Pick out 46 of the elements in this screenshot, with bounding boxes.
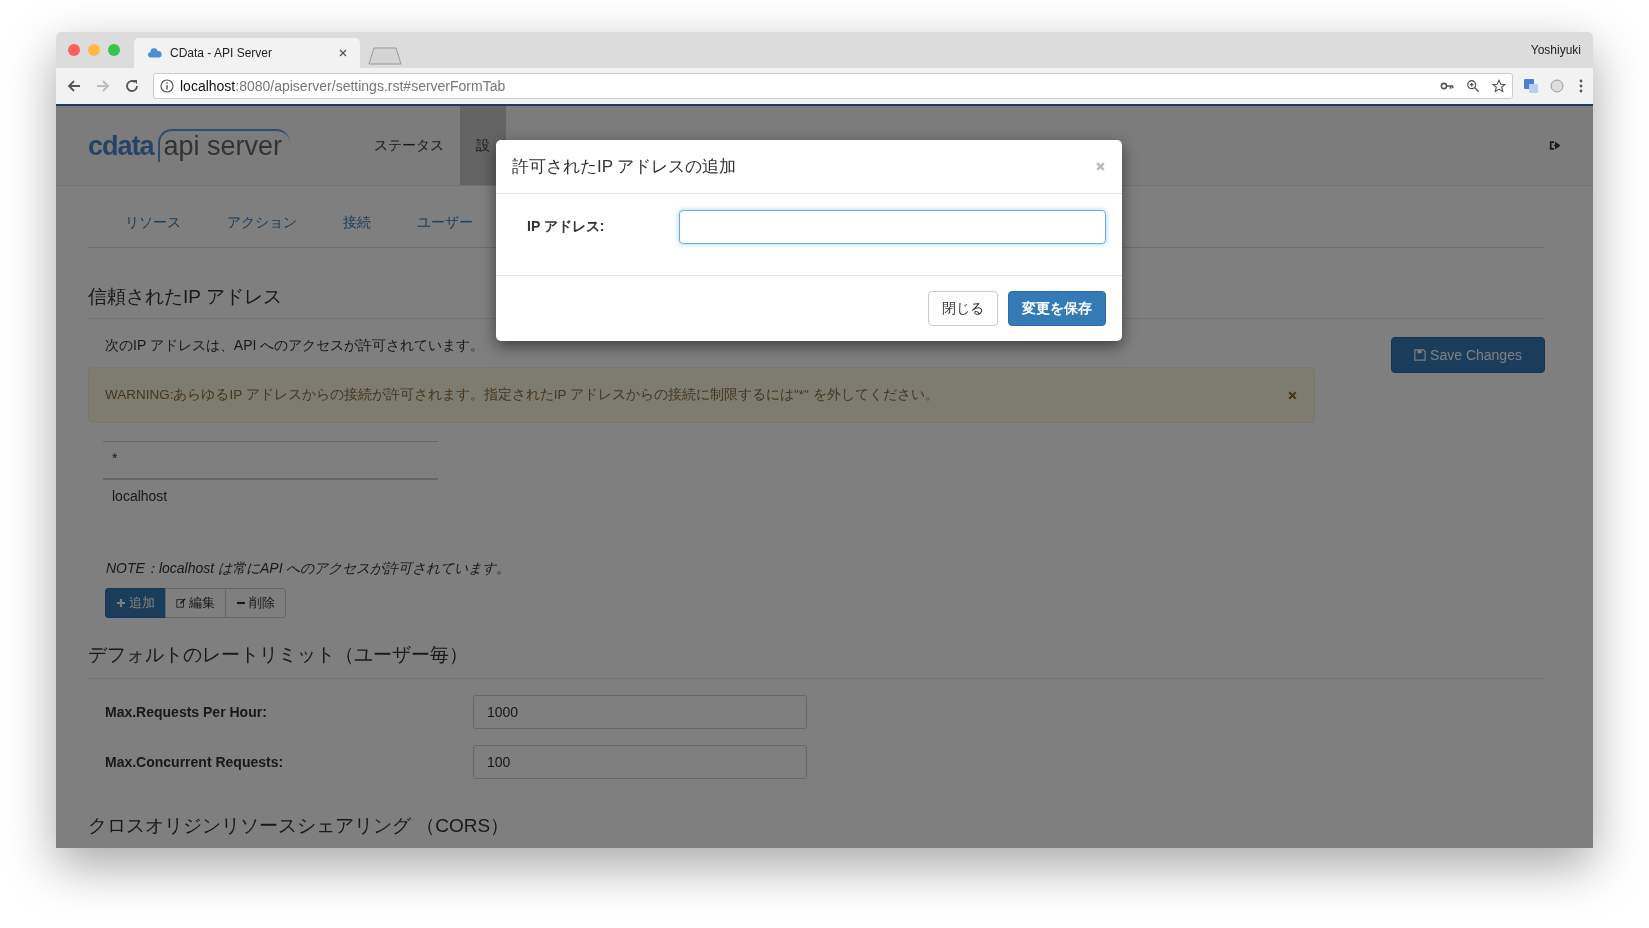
address-row[interactable]: * [103, 442, 438, 478]
save-button[interactable]: 変更を保存 [1008, 291, 1106, 326]
zoom-icon[interactable] [1466, 79, 1480, 93]
add-button[interactable]: 追加 [105, 588, 166, 618]
field-label: IP アドレス: [527, 218, 606, 236]
reload-icon[interactable] [124, 78, 140, 94]
field-label: Max.Requests Per Hour: [105, 704, 268, 720]
star-icon[interactable] [1492, 79, 1506, 93]
url-text: localhost:8080/apiserver/settings.rst#serverFormTab [180, 78, 507, 94]
close-icon[interactable] [1287, 389, 1298, 401]
logout-icon[interactable] [1549, 140, 1561, 151]
back-icon[interactable] [66, 78, 82, 94]
section-tab[interactable]: 接続 [320, 213, 394, 232]
pencil-icon [176, 598, 186, 608]
extension-icon[interactable] [1549, 78, 1565, 94]
ip-address-field[interactable] [679, 210, 1106, 244]
section-tab[interactable]: ユーザー [394, 213, 496, 232]
section-heading: クロスオリジンリソースシェアリング （CORS） [88, 814, 511, 838]
save-changes-button[interactable]: Save Changes [1391, 337, 1545, 373]
browser-tab[interactable]: CData - API Server [134, 38, 360, 68]
section-heading: デフォルトのレートリミット（ユーザー毎） [88, 642, 1545, 679]
input-field[interactable]: 1000 [473, 695, 807, 729]
close-button[interactable]: 閉じる [928, 291, 998, 326]
close-icon[interactable] [338, 48, 348, 58]
edit-button[interactable]: 編集 [165, 588, 226, 618]
description-text: 次のIP アドレスは、API へのアクセスが許可されています。 [105, 337, 485, 355]
field-label: Max.Concurrent Requests: [105, 754, 285, 770]
logo[interactable]: cdata api server [88, 129, 291, 162]
warning-text: WARNING:あらゆるIP アドレスからの接続が許可されます。指定されたIP アドレスからの接続に制限するには"*" を外してください。 [105, 386, 939, 404]
new-tab-button[interactable] [368, 47, 402, 65]
menu-icon[interactable] [1579, 78, 1583, 94]
profile-name[interactable]: Yoshiyuki [1530, 43, 1581, 57]
note-text: NOTE：localhost は常にAPI へのアクセスが許可されています。 [106, 560, 512, 578]
address-field[interactable]: localhost:8080/apiserver/settings.rst#serverFormTab [153, 73, 1513, 99]
close-window-icon[interactable] [68, 44, 80, 56]
info-icon [160, 79, 174, 93]
delete-button[interactable]: 削除 [225, 588, 286, 618]
dialog-title: 許可されたIP アドレスの追加 [512, 156, 737, 178]
section-tab[interactable]: リソース [102, 213, 204, 232]
address-row[interactable]: localhost [103, 478, 438, 516]
cloud-icon [148, 48, 162, 58]
input-field[interactable]: 100 [473, 745, 807, 779]
nav-item[interactable]: ステータス [358, 106, 461, 185]
section-tab[interactable]: アクション [204, 213, 320, 232]
translate-icon[interactable] [1523, 78, 1539, 94]
plus-icon [116, 598, 126, 608]
